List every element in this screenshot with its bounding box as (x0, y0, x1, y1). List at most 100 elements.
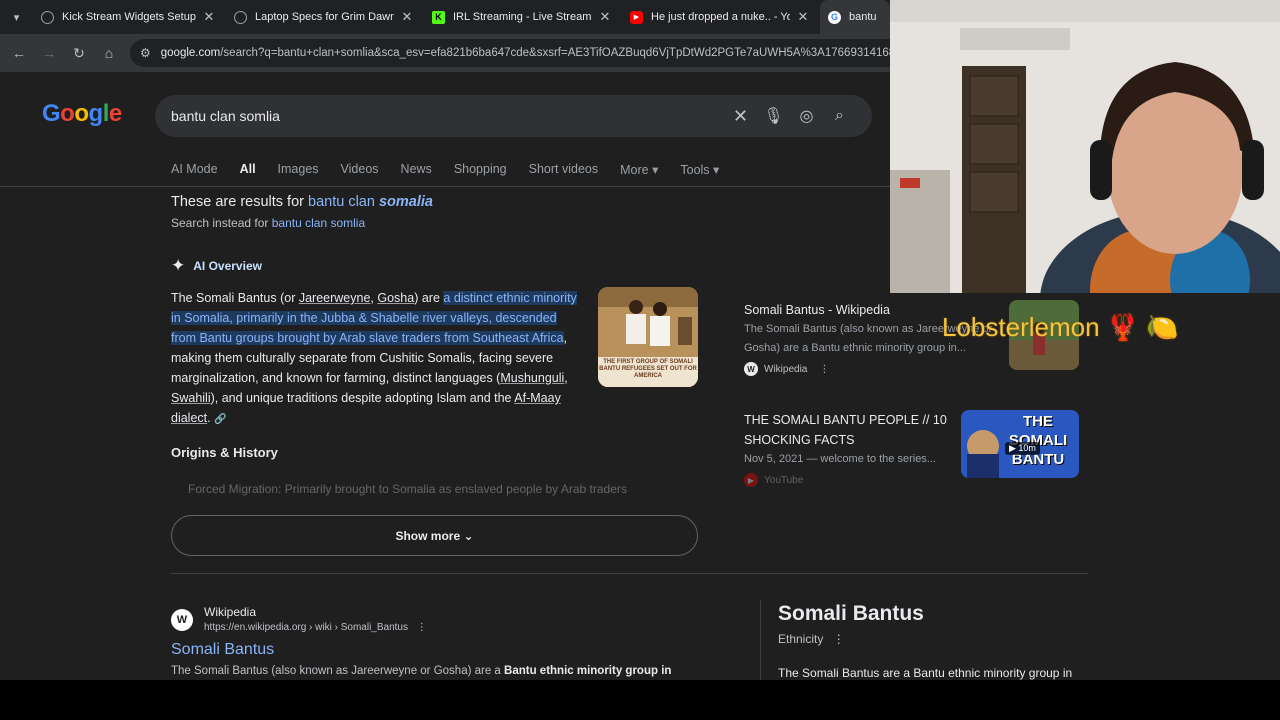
result-site: Wikipedia (204, 605, 257, 619)
more-vert-icon[interactable]: ⋮ (819, 364, 829, 375)
knowledge-panel-divider (760, 600, 761, 680)
source-card-youtube[interactable]: THE SOMALI BANTU PEOPLE // 10 SHOCKING F… (744, 410, 1079, 500)
tab-youtube[interactable]: ▶ He just dropped a nuke.. - YouT ✕ (622, 0, 820, 34)
youtube-icon: ▶ (630, 10, 643, 24)
image-caption: THE FIRST GROUP OF SOMALI BANTU REFUGEES… (598, 357, 698, 387)
knowledge-panel: Somali Bantus Ethnicity ⋮ The Somali Ban… (778, 602, 1072, 680)
tab-tools[interactable]: Tools ▾ (680, 162, 719, 177)
kp-subtitle: Ethnicity ⋮ (778, 632, 1072, 646)
term-link[interactable]: Mushunguli (500, 371, 564, 385)
thumb-text: THE SOMALI BANTU (1008, 413, 1068, 468)
url-bar[interactable]: ⚙ google.com/search?q=bantu+clan+somlia&… (130, 39, 890, 67)
clear-icon[interactable]: ✕ (724, 106, 757, 127)
logo-letter: G (42, 100, 61, 127)
search-box: ✕ 🎙 ◎ ⌕ (155, 95, 872, 137)
instead-prefix: Search instead for (171, 216, 269, 230)
tab-more[interactable]: More ▾ (620, 162, 658, 177)
close-icon[interactable]: ✕ (400, 9, 414, 25)
logo-letter: o (60, 100, 75, 127)
tab-title: IRL Streaming - Live Streams on (453, 11, 592, 23)
corrected-term: bantu clan (308, 194, 375, 210)
more-vert-icon[interactable]: ⋮ (417, 622, 427, 633)
back-arrow-icon[interactable]: ← (4, 45, 34, 61)
reload-icon[interactable]: ↻ (64, 45, 94, 62)
tab-title: He just dropped a nuke.. - YouT (651, 11, 790, 23)
tab-videos[interactable]: Videos (341, 162, 379, 177)
more-vert-icon[interactable]: ⋮ (833, 632, 845, 646)
tab-google-search[interactable]: G bantu cl (820, 0, 890, 34)
ai-overview-header: ✦ AI Overview (171, 256, 262, 276)
google-icon: G (828, 10, 841, 24)
tab-title: Laptop Specs for Grim Dawn (255, 11, 394, 23)
close-icon[interactable]: ✕ (796, 9, 810, 25)
ai-overview-label: AI Overview (193, 259, 262, 273)
kick-icon: K (432, 10, 445, 24)
google-logo[interactable]: Google (42, 100, 122, 128)
corrected-word: somalia (378, 194, 433, 210)
search-input[interactable] (171, 108, 724, 124)
streamer-name-overlay: Lobsterlemon 🦞 🍋 (942, 312, 1179, 343)
streamer-name: Lobsterlemon (942, 312, 1100, 342)
webcam-feed (890, 0, 1280, 293)
chevron-down-icon: ▾ (713, 163, 720, 177)
source-site: YouTube (764, 474, 804, 486)
logo-letter: o (74, 100, 89, 127)
tab-news[interactable]: News (401, 162, 432, 177)
tab-title: bantu cl (849, 11, 880, 23)
tab-laptop-specs[interactable]: Laptop Specs for Grim Dawn ✕ (226, 0, 424, 34)
result-snippet: The Somali Bantus (also known as Jareerw… (171, 665, 671, 677)
sparkle-icon: ✦ (171, 256, 186, 275)
letterbox-bar (0, 680, 1280, 720)
tab-images[interactable]: Images (278, 162, 319, 177)
site-info-icon[interactable]: ⚙ (140, 46, 151, 60)
lobster-lemon-emoji: 🦞 🍋 (1106, 312, 1179, 342)
refugees-photo (598, 287, 698, 357)
chevron-down-icon: ▾ (652, 163, 659, 177)
tab-short-videos[interactable]: Short videos (529, 162, 598, 177)
show-more-button[interactable]: Show more ⌄ (171, 515, 698, 556)
close-icon[interactable]: ✕ (202, 9, 216, 25)
source-site: Wikipedia (764, 363, 808, 375)
snippet-text: The Somali Bantus (also known as Jareerw… (171, 665, 505, 677)
address-toolbar: ← → ↻ ⌂ ⚙ google.com/search?q=bantu+clan… (0, 34, 890, 72)
ai-overview-image[interactable]: THE FIRST GROUP OF SOMALI BANTU REFUGEES… (598, 287, 698, 387)
kp-title: Somali Bantus (778, 602, 924, 625)
original-query-link[interactable]: bantu clan somlia (272, 216, 365, 230)
tab-search-button[interactable]: ▾ (0, 0, 33, 34)
link-icon[interactable]: 🔗 (214, 414, 226, 425)
search-filters: AI Mode All Images Videos News Shopping … (171, 162, 741, 177)
logo-letter: e (108, 100, 122, 127)
text-span: . (207, 411, 211, 425)
url-host: google.com (160, 47, 221, 59)
source-title: THE SOMALI BANTU PEOPLE // 10 SHOCKING F… (744, 413, 947, 447)
forward-arrow-icon[interactable]: → (34, 45, 64, 61)
tab-shopping[interactable]: Shopping (454, 162, 507, 177)
tools-label: Tools (680, 163, 710, 177)
show-more-label: Show more (395, 528, 461, 543)
origins-heading: Origins & History (171, 445, 278, 460)
close-icon[interactable]: ✕ (598, 9, 612, 25)
video-thumbnail: THE SOMALI BANTU ▶ 10m (961, 410, 1079, 478)
globe-icon (234, 10, 247, 24)
kp-subtitle-text: Ethnicity (778, 632, 824, 646)
lens-icon[interactable]: ◎ (790, 106, 823, 126)
tab-irl-streaming[interactable]: K IRL Streaming - Live Streams on ✕ (424, 0, 622, 34)
term-link[interactable]: Gosha (377, 291, 414, 305)
section-divider (171, 573, 1088, 574)
faded-bullet: Forced Migration: Primarily brought to S… (188, 482, 627, 496)
result-title-link[interactable]: Somali Bantus (171, 641, 274, 659)
kp-description: The Somali Bantus are a Bantu ethnic min… (778, 666, 1073, 680)
search-instead: Search instead for bantu clan somlia (171, 216, 365, 230)
corrected-query-link[interactable]: bantu clan somalia (308, 194, 433, 210)
microphone-icon[interactable]: 🎙 (757, 106, 790, 126)
tab-kick-widgets[interactable]: Kick Stream Widgets Setup ✕ (33, 0, 226, 34)
text-span: The Somali Bantus (or (171, 291, 299, 305)
tab-ai-mode[interactable]: AI Mode (171, 162, 218, 177)
term-link[interactable]: Swahili (171, 391, 211, 405)
chevron-down-icon: ⌄ (463, 528, 474, 543)
tab-all[interactable]: All (240, 162, 256, 177)
term-link[interactable]: Jareerweyne (299, 291, 371, 305)
search-icon[interactable]: ⌕ (823, 107, 856, 125)
home-icon[interactable]: ⌂ (94, 45, 124, 61)
url-path: /search?q=bantu+clan+somlia&sca_esv=efa8… (220, 47, 890, 59)
